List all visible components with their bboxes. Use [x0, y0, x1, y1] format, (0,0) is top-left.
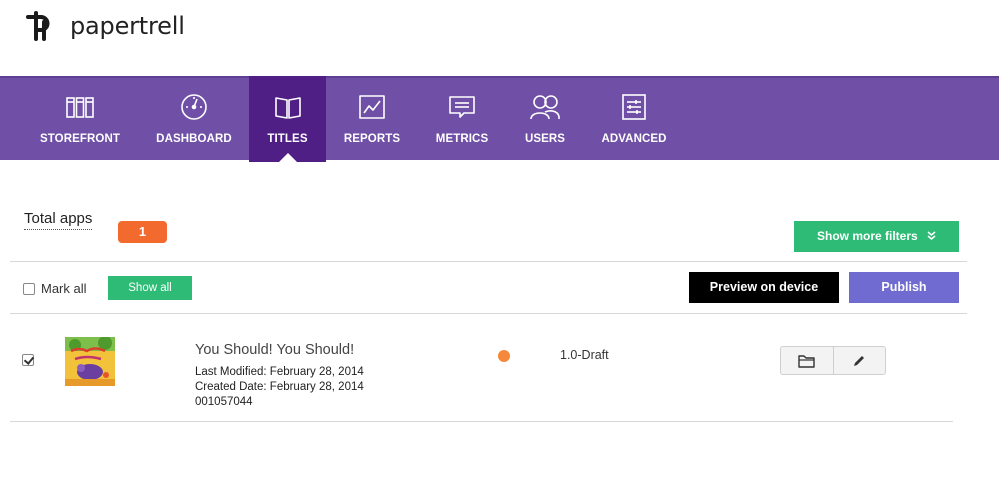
status-indicator: [498, 350, 510, 362]
mark-all-label: Mark all: [41, 281, 87, 296]
sliders-icon: [622, 94, 646, 120]
preview-on-device-button[interactable]: Preview on device: [689, 272, 839, 303]
nav-label-reports: REPORTS: [343, 133, 401, 145]
open-folder-button[interactable]: [781, 347, 833, 374]
app-version: 1.0-Draft: [560, 348, 609, 362]
publish-button[interactable]: Publish: [849, 272, 959, 303]
main-nav: STOREFRONT DASHBOARD TITLES REPORTS METR…: [0, 76, 999, 162]
message-lines-icon: [449, 96, 475, 118]
brand-name: papertrell: [70, 12, 185, 40]
nav-label-users: USERS: [524, 133, 566, 145]
dashboard-gauge-icon: [181, 94, 207, 120]
active-tab-caret: [278, 153, 297, 162]
app-title[interactable]: You Should! You Should!: [195, 342, 354, 358]
papertrell-logo[interactable]: papertrell: [24, 8, 185, 44]
nav-item-titles[interactable]: TITLES: [249, 76, 326, 162]
nav-label-advanced: ADVANCED: [601, 133, 667, 145]
nav-item-storefront[interactable]: STOREFRONT: [30, 76, 130, 162]
double-chevron-down-icon: [927, 222, 936, 253]
papertrell-logo-icon: [26, 11, 50, 41]
app-last-modified: Last Modified: February 28, 2014: [195, 366, 364, 378]
mark-all-control[interactable]: Mark all: [23, 281, 87, 296]
app-id: 001057044: [195, 396, 253, 408]
mark-all-checkbox[interactable]: [23, 282, 35, 295]
row-action-buttons: [780, 346, 886, 375]
total-apps-count-badge: 1: [118, 221, 167, 243]
nav-label-dashboard: DASHBOARD: [156, 133, 232, 145]
divider-middle: [10, 313, 967, 314]
total-apps-label[interactable]: Total apps: [24, 210, 93, 230]
storefront-icon: [66, 97, 94, 118]
show-more-filters-button[interactable]: Show more filters: [794, 221, 959, 252]
nav-label-metrics: METRICS: [435, 133, 489, 145]
book-cover-thumbnail[interactable]: [65, 337, 115, 386]
pencil-edit-icon: [854, 355, 865, 366]
nav-item-reports[interactable]: REPORTS: [336, 76, 408, 162]
open-book-icon: [274, 97, 301, 119]
divider-bottom: [10, 421, 953, 422]
nav-item-users[interactable]: USERS: [514, 76, 576, 162]
nav-item-advanced[interactable]: ADVANCED: [594, 76, 674, 162]
show-more-filters-label: Show more filters: [816, 229, 918, 243]
line-chart-icon: [359, 95, 385, 119]
edit-button[interactable]: [832, 347, 886, 374]
folder-icon: [798, 354, 815, 368]
nav-label-titles: TITLES: [267, 133, 308, 145]
app-created-date: Created Date: February 28, 2014: [195, 381, 364, 393]
show-all-button[interactable]: Show all: [108, 276, 192, 300]
nav-label-storefront: STOREFRONT: [39, 133, 120, 145]
app-select-checkbox[interactable]: [22, 354, 34, 366]
nav-item-dashboard[interactable]: DASHBOARD: [150, 76, 238, 162]
users-icon: [530, 95, 560, 120]
divider-top: [10, 261, 967, 262]
nav-item-metrics[interactable]: METRICS: [428, 76, 496, 162]
